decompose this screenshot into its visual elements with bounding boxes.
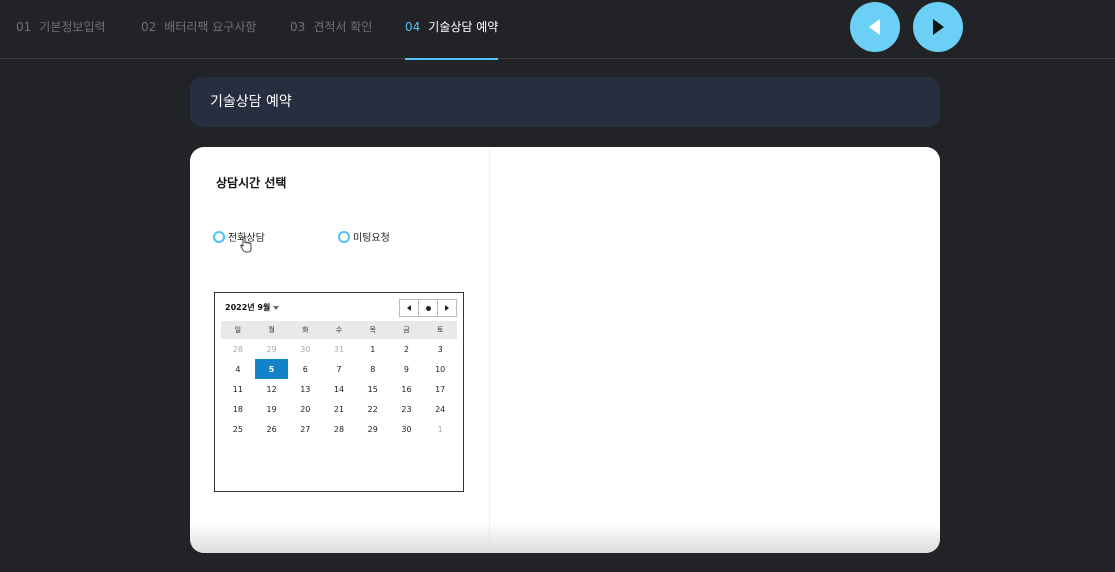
date-picker: 2022년 9월 일 월 화 수 목 금 토 28 29 30 31 1 2 3…	[214, 292, 464, 492]
calendar-day[interactable]: 28	[221, 339, 255, 359]
calendar-day[interactable]: 30	[288, 339, 322, 359]
prev-button[interactable]	[850, 2, 900, 52]
radio-meeting-request[interactable]: 미팅요청	[338, 229, 390, 244]
progress-steps: 01 기본정보입력 02 배터리팩 요구사항 03 견적서 확인 04 기술상담 예약	[0, 0, 1115, 60]
calendar-grid: 일 월 화 수 목 금 토 28 29 30 31 1 2 3 4 5 6 7 …	[221, 321, 457, 439]
triangle-left-icon	[869, 19, 880, 35]
calendar-day[interactable]: 29	[255, 339, 289, 359]
calendar-day[interactable]: 1	[356, 339, 390, 359]
calendar-day[interactable]: 18	[221, 399, 255, 419]
calendar-day[interactable]: 25	[221, 419, 255, 439]
calendar-day[interactable]: 28	[322, 419, 356, 439]
triangle-right-icon	[933, 19, 944, 35]
calendar-day[interactable]: 16	[390, 379, 424, 399]
calendar-day[interactable]: 2	[390, 339, 424, 359]
radio-label: 미팅요청	[353, 233, 390, 244]
calendar-day[interactable]: 4	[221, 359, 255, 379]
calendar-week: 28 29 30 31 1 2 3	[221, 339, 457, 359]
calendar-day[interactable]: 29	[356, 419, 390, 439]
calendar-day[interactable]: 19	[255, 399, 289, 419]
month-nav	[399, 299, 457, 317]
panel-title: 기술상담 예약	[190, 77, 940, 127]
calendar-week: 25 26 27 28 29 30 1	[221, 419, 457, 439]
step-tech-consult[interactable]: 04 기술상담 예약	[405, 0, 499, 60]
radio-circle[interactable]	[213, 230, 225, 243]
calendar-day[interactable]: 13	[288, 379, 322, 399]
calendar-day[interactable]: 26	[255, 419, 289, 439]
calendar-day[interactable]: 8	[356, 359, 390, 379]
triangle-left-icon	[407, 305, 411, 311]
calendar-day[interactable]: 15	[356, 379, 390, 399]
calendar-day[interactable]: 27	[288, 419, 322, 439]
calendar-day[interactable]: 24	[423, 399, 457, 419]
calendar-day[interactable]: 10	[423, 359, 457, 379]
today-button[interactable]	[419, 300, 438, 316]
calendar-day[interactable]: 20	[288, 399, 322, 419]
calendar-day[interactable]: 12	[255, 379, 289, 399]
next-month-button[interactable]	[438, 300, 456, 316]
weekday-label: 일	[234, 326, 242, 334]
card-bottom-shade	[190, 523, 940, 553]
month-select[interactable]: 2022년 9월	[225, 302, 280, 313]
calendar-day[interactable]: 1	[423, 419, 457, 439]
caret-down-icon	[273, 305, 280, 310]
calendar-day[interactable]: 17	[423, 379, 457, 399]
weekday-label: 월	[268, 326, 275, 334]
prev-month-button[interactable]	[400, 300, 419, 316]
calendar-day[interactable]: 31	[322, 339, 356, 359]
calendar-day[interactable]: 30	[390, 419, 424, 439]
hand-cursor-icon	[240, 237, 252, 253]
weekday-header: 일 월 화 수 목 금 토	[221, 321, 457, 339]
weekday-label: 목	[369, 326, 376, 334]
weekday-label: 수	[335, 326, 343, 334]
triangle-right-icon	[445, 305, 449, 311]
calendar-day[interactable]: 21	[322, 399, 356, 419]
calendar-week: 11 12 13 14 15 16 17	[221, 379, 457, 399]
column-divider	[489, 147, 490, 553]
next-button[interactable]	[913, 2, 963, 52]
calendar-day[interactable]: 7	[322, 359, 356, 379]
consult-card: 상담시간 선택 전화상담 미팅요청 2022년 9월 일 월 화 수 목 금 토…	[190, 147, 940, 553]
weekday-label: 금	[403, 326, 410, 334]
calendar-week: 4 5 6 7 8 9 10	[221, 359, 457, 379]
step-battery-requirements[interactable]: 02 배터리팩 요구사항	[141, 0, 256, 59]
step-basic-info[interactable]: 01 기본정보입력	[16, 0, 106, 59]
calendar-day-selected[interactable]: 5	[254, 359, 289, 379]
weekday-label: 토	[436, 326, 444, 334]
calendar-day[interactable]: 11	[221, 379, 255, 399]
calendar-day[interactable]: 22	[356, 399, 390, 419]
calendar-day[interactable]: 6	[288, 359, 322, 379]
radio-circle[interactable]	[338, 230, 350, 243]
calendar-week: 18 19 20 21 22 23 24	[221, 399, 457, 419]
calendar-day[interactable]: 23	[390, 399, 424, 419]
step-quote-check[interactable]: 03 견적서 확인	[290, 0, 372, 59]
calendar-day[interactable]: 14	[322, 379, 356, 399]
section-title: 상담시간 선택	[216, 176, 287, 190]
radio-phone-consult[interactable]: 전화상담	[213, 229, 265, 244]
calendar-day[interactable]: 9	[390, 359, 424, 379]
weekday-label: 화	[302, 326, 309, 334]
dot-icon	[425, 305, 431, 311]
calendar-day[interactable]: 3	[423, 339, 457, 359]
